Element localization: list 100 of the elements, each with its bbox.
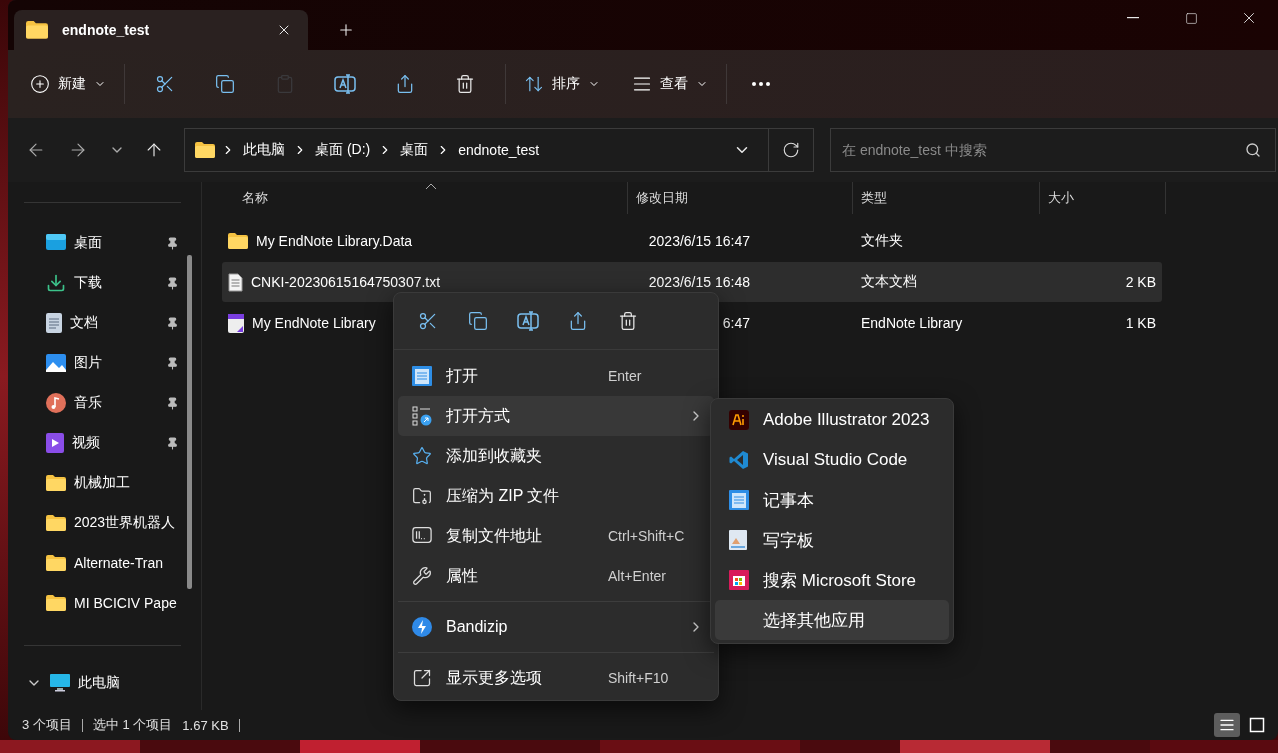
plus-circle-icon	[30, 74, 50, 94]
submenu-item[interactable]: 选择其他应用	[715, 600, 949, 640]
file-name: My EndNote Library.Data	[256, 233, 413, 249]
menu-item[interactable]: Bandizip	[398, 607, 714, 647]
notepad-icon	[412, 366, 432, 386]
submenu-item[interactable]: 记事本	[715, 480, 949, 520]
search-icon	[1245, 142, 1261, 158]
shortcut-text: Enter	[608, 368, 643, 384]
picture-icon	[46, 354, 66, 372]
file-name: My EndNote Library	[252, 315, 376, 331]
endnote-file-icon	[228, 313, 244, 333]
sidebar-item[interactable]: 2023世界机器人	[8, 503, 201, 543]
star-icon	[412, 446, 432, 466]
text-file-icon	[228, 272, 243, 292]
document-icon	[46, 313, 62, 333]
code-editor-icon	[729, 450, 749, 470]
zip-folder-icon	[412, 486, 432, 506]
tab-title: endnote_test	[62, 22, 151, 38]
breadcrumb[interactable]: endnote_test	[456, 142, 542, 158]
download-icon	[46, 273, 66, 293]
submenu-item[interactable]: Adobe Illustrator 2023	[715, 400, 949, 440]
open-with-icon	[412, 406, 432, 426]
sidebar-item[interactable]: 机械加工	[8, 463, 201, 503]
bandizip-icon	[412, 617, 432, 637]
scissors-icon	[418, 311, 438, 331]
sort-arrows-icon	[524, 74, 544, 94]
menu-item[interactable]: 显示更多选项 Shift+F10	[398, 658, 714, 698]
size-cell-text: 2 KB	[1124, 274, 1156, 290]
breadcrumb[interactable]: 桌面 (D:)	[313, 141, 373, 159]
view-button[interactable]: 查看	[624, 64, 716, 104]
menu-item[interactable]: 复制文件地址 Ctrl+Shift+C	[398, 516, 714, 556]
rename-icon	[517, 311, 539, 331]
shortcut-text: Alt+Enter	[608, 568, 667, 584]
shortcut-text: Shift+F10	[608, 670, 670, 686]
shortcut-text: Ctrl+Shift+C	[608, 528, 686, 544]
file-row[interactable]: CNKI-20230615164750307.txt 2023/6/15 16:48 文本文档 2 KB	[222, 262, 1162, 302]
file-name: CNKI-20230615164750307.txt	[251, 274, 441, 290]
submenu-item[interactable]: Visual Studio Code	[715, 440, 949, 480]
computer-icon	[50, 674, 70, 692]
tab[interactable]: endnote_test	[14, 10, 308, 50]
date-cell-text: 2023/6/15 16:48	[647, 274, 750, 290]
menu-item[interactable]: 添加到收藏夹	[398, 436, 714, 476]
sort-caret-icon	[425, 182, 437, 190]
folder-icon	[195, 142, 215, 158]
breadcrumb[interactable]: 桌面	[398, 141, 431, 159]
minimize-icon	[1127, 17, 1139, 19]
folder-icon	[46, 515, 66, 531]
new-button[interactable]: 新建	[22, 64, 114, 104]
expand-icon	[412, 668, 432, 688]
square-icon	[1249, 717, 1265, 733]
folder-icon	[46, 555, 66, 571]
type-cell-text: EndNote Library	[861, 315, 964, 331]
maximize-icon	[1184, 11, 1198, 25]
address-bar[interactable]: 此电脑 桌面 (D:) 桌面 endnote_test	[184, 128, 814, 172]
sidebar-item[interactable]: 此电脑	[8, 663, 201, 703]
column-header[interactable]: 名称	[222, 182, 628, 214]
file-row[interactable]: My EndNote Library.Data 2023/6/15 16:47 文件夹	[222, 221, 1162, 261]
folder-icon	[26, 21, 48, 39]
refresh-icon	[782, 141, 800, 159]
breadcrumb[interactable]: 此电脑	[241, 141, 287, 159]
sort-button[interactable]: 排序	[516, 64, 608, 104]
type-cell-text: 文本文档	[861, 273, 918, 291]
submenu-item[interactable]: 写字板	[715, 520, 949, 560]
sidebar-item[interactable]: 下载	[8, 263, 201, 303]
sidebar-item[interactable]: 视频	[8, 423, 201, 463]
video-icon	[46, 433, 64, 453]
sidebar-item[interactable]: MI BCICIV Pape	[8, 583, 201, 623]
search-box[interactable]: 在 endnote_test 中搜索	[830, 128, 1276, 172]
music-icon	[46, 393, 66, 413]
submenu-item[interactable]: 搜索 Microsoft Store	[715, 560, 949, 600]
date-cell-text: 6:47	[721, 315, 750, 331]
menu-item[interactable]: 打开 Enter	[398, 356, 714, 396]
trash-icon	[618, 311, 638, 331]
column-header[interactable]: 大小	[1040, 182, 1166, 214]
folder-icon	[46, 475, 66, 491]
sidebar-item[interactable]: 图片	[8, 343, 201, 383]
path-icon	[412, 526, 432, 544]
sidebar-item[interactable]: 音乐	[8, 383, 201, 423]
menu-item[interactable]: 属性 Alt+Enter	[398, 556, 714, 596]
details-view-button[interactable]	[1214, 713, 1240, 737]
sidebar-item[interactable]: Alternate-Tran	[8, 543, 201, 583]
notepad-icon	[729, 490, 749, 510]
folder-icon	[228, 233, 248, 249]
sidebar-item[interactable]: 文档	[8, 303, 201, 343]
plus-icon	[337, 21, 355, 39]
folder-icon	[46, 595, 66, 611]
column-header[interactable]: 修改日期	[628, 182, 853, 214]
file-row[interactable]: My EndNote Library 6:47 EndNote Library 1 KB	[222, 303, 1162, 343]
size-cell-text: 1 KB	[1124, 315, 1156, 331]
desktop-icon	[46, 234, 66, 252]
menu-item[interactable]: 打开方式	[398, 396, 714, 436]
store-icon	[729, 570, 749, 590]
sidebar-item[interactable]: 桌面	[8, 223, 201, 263]
scrollbar-thumb[interactable]	[187, 255, 192, 589]
menu-item[interactable]: 压缩为 ZIP 文件	[398, 476, 714, 516]
date-cell-text: 2023/6/15 16:47	[647, 233, 750, 249]
wrench-icon	[412, 566, 432, 586]
share-icon	[568, 311, 588, 331]
search-field[interactable]: 在 endnote_test 中搜索	[840, 141, 1245, 159]
column-header[interactable]: 类型	[853, 182, 1040, 214]
